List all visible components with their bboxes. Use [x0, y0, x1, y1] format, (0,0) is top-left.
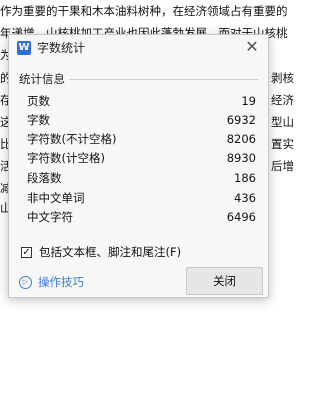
document-fragment: 后增	[271, 159, 294, 173]
stat-label: 字数	[27, 113, 50, 127]
document-fragment: 经济	[271, 93, 294, 107]
stat-value: 6496	[226, 210, 256, 224]
stat-row-paragraphs: 段落数 186	[27, 169, 256, 187]
stat-label: 字符数(计空格)	[27, 151, 105, 165]
dialog-titlebar[interactable]: W 字数统计 ✕	[9, 35, 268, 61]
stat-label: 页数	[27, 94, 50, 108]
stat-row-words: 字数 6932	[27, 111, 256, 129]
stat-row-chars-no-spaces: 字符数(不计空格) 8206	[27, 130, 256, 148]
stat-value: 6932	[226, 113, 256, 127]
stat-row-chinese-chars: 中文字符 6496	[27, 208, 256, 226]
stat-value: 8206	[226, 132, 256, 146]
document-fragment: 置实	[271, 137, 294, 151]
stat-label: 非中文单词	[27, 191, 85, 205]
word-count-dialog: W 字数统计 ✕ 统计信息 页数 19 字数 6932 字符数(不计空格) 82…	[8, 34, 269, 298]
wps-app-icon: W	[17, 41, 31, 55]
stat-value: 19	[241, 94, 256, 108]
dialog-title: 字数统计	[37, 41, 86, 55]
stat-row-non-chinese-words: 非中文单词 436	[27, 189, 256, 207]
stat-value: 436	[234, 191, 256, 205]
play-circle-icon[interactable]: ▷	[19, 276, 32, 289]
stat-value: 8930	[226, 151, 256, 165]
stat-label: 段落数	[27, 171, 62, 185]
close-button[interactable]: 关闭	[186, 267, 263, 295]
document-fragment: 剥核	[271, 71, 294, 85]
close-icon[interactable]: ✕	[244, 38, 260, 56]
include-textbox-footnotes-checkbox[interactable]: ✓	[21, 247, 32, 258]
stat-row-pages: 页数 19	[27, 92, 256, 110]
group-label: 统计信息	[19, 72, 69, 86]
document-line: 作为重要的干果和木本油料树种，在经济领域占有重要的	[0, 4, 288, 18]
checkbox-label[interactable]: 包括文本框、脚注和尾注(F)	[39, 244, 181, 260]
document-fragment: 型山	[271, 115, 294, 129]
stat-value: 186	[234, 171, 256, 185]
stat-label: 字符数(不计空格)	[27, 132, 117, 146]
stat-label: 中文字符	[27, 210, 73, 224]
tips-link[interactable]: 操作技巧	[38, 275, 84, 290]
stat-row-chars-with-spaces: 字符数(计空格) 8930	[27, 149, 256, 167]
